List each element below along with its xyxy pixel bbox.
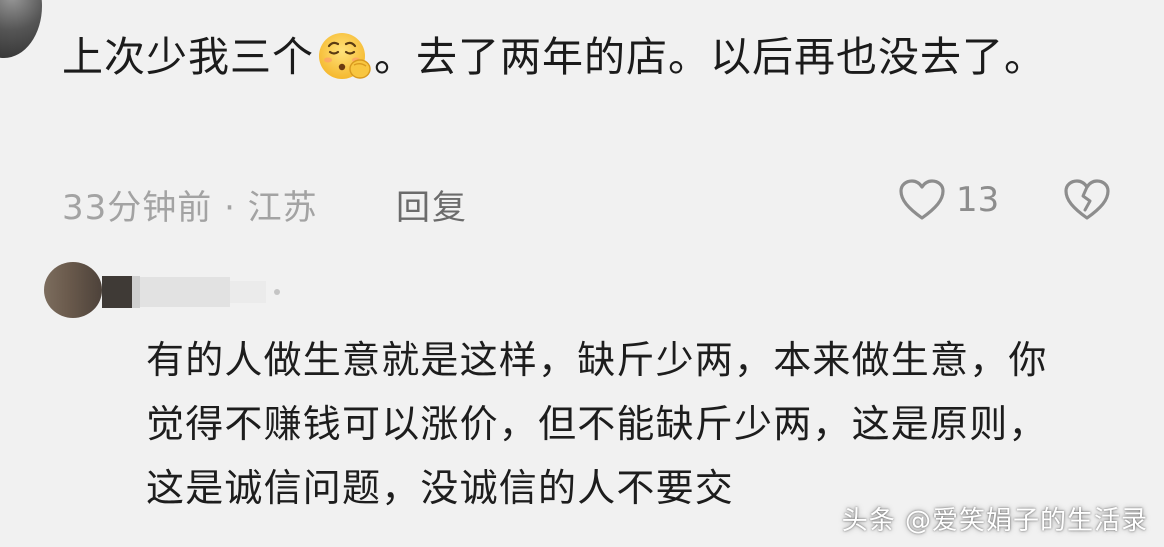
like-count: 13	[956, 180, 1000, 220]
blur-block	[102, 276, 132, 308]
hushed-sleepy-face-emoji	[319, 33, 371, 79]
reply-button[interactable]: 回复	[396, 180, 468, 229]
blur-block	[140, 277, 230, 307]
comment-meta: 33分钟前 · 江苏 回复 13	[62, 174, 1122, 229]
reply-body: 有的人做生意就是这样，缺斤少两，本来做生意，你觉得不赚钱可以涨价，但不能缺斤少两…	[146, 338, 1048, 510]
reply-user-header	[44, 262, 344, 318]
comment-text-part-2: 。去了两年的店。以后再也没去了。	[374, 33, 1046, 81]
blur-dot	[274, 289, 280, 295]
reply-avatar[interactable]	[44, 262, 102, 318]
blurred-username	[102, 276, 280, 308]
blur-block	[230, 281, 266, 303]
comment-time-location: 33分钟前 · 江苏	[62, 188, 318, 228]
dislike-button[interactable]	[1062, 176, 1112, 231]
heart-icon	[899, 179, 945, 220]
comment-body: 上次少我三个 。去了两年的店。以后再也没去了。	[62, 24, 1062, 90]
watermark: 头条 @爱笑娟子的生活录	[841, 506, 1148, 536]
commenter-avatar[interactable]	[0, 0, 42, 58]
broken-heart-icon	[1064, 179, 1110, 220]
comment-thread: 上次少我三个 。去了两年的店。以后再也没去了。 33分钟前 · 江苏 回复 13…	[0, 0, 1164, 547]
blur-block	[132, 276, 140, 308]
like-button[interactable]: 13	[898, 174, 999, 226]
comment-text-part-1: 上次少我三个	[62, 33, 314, 81]
